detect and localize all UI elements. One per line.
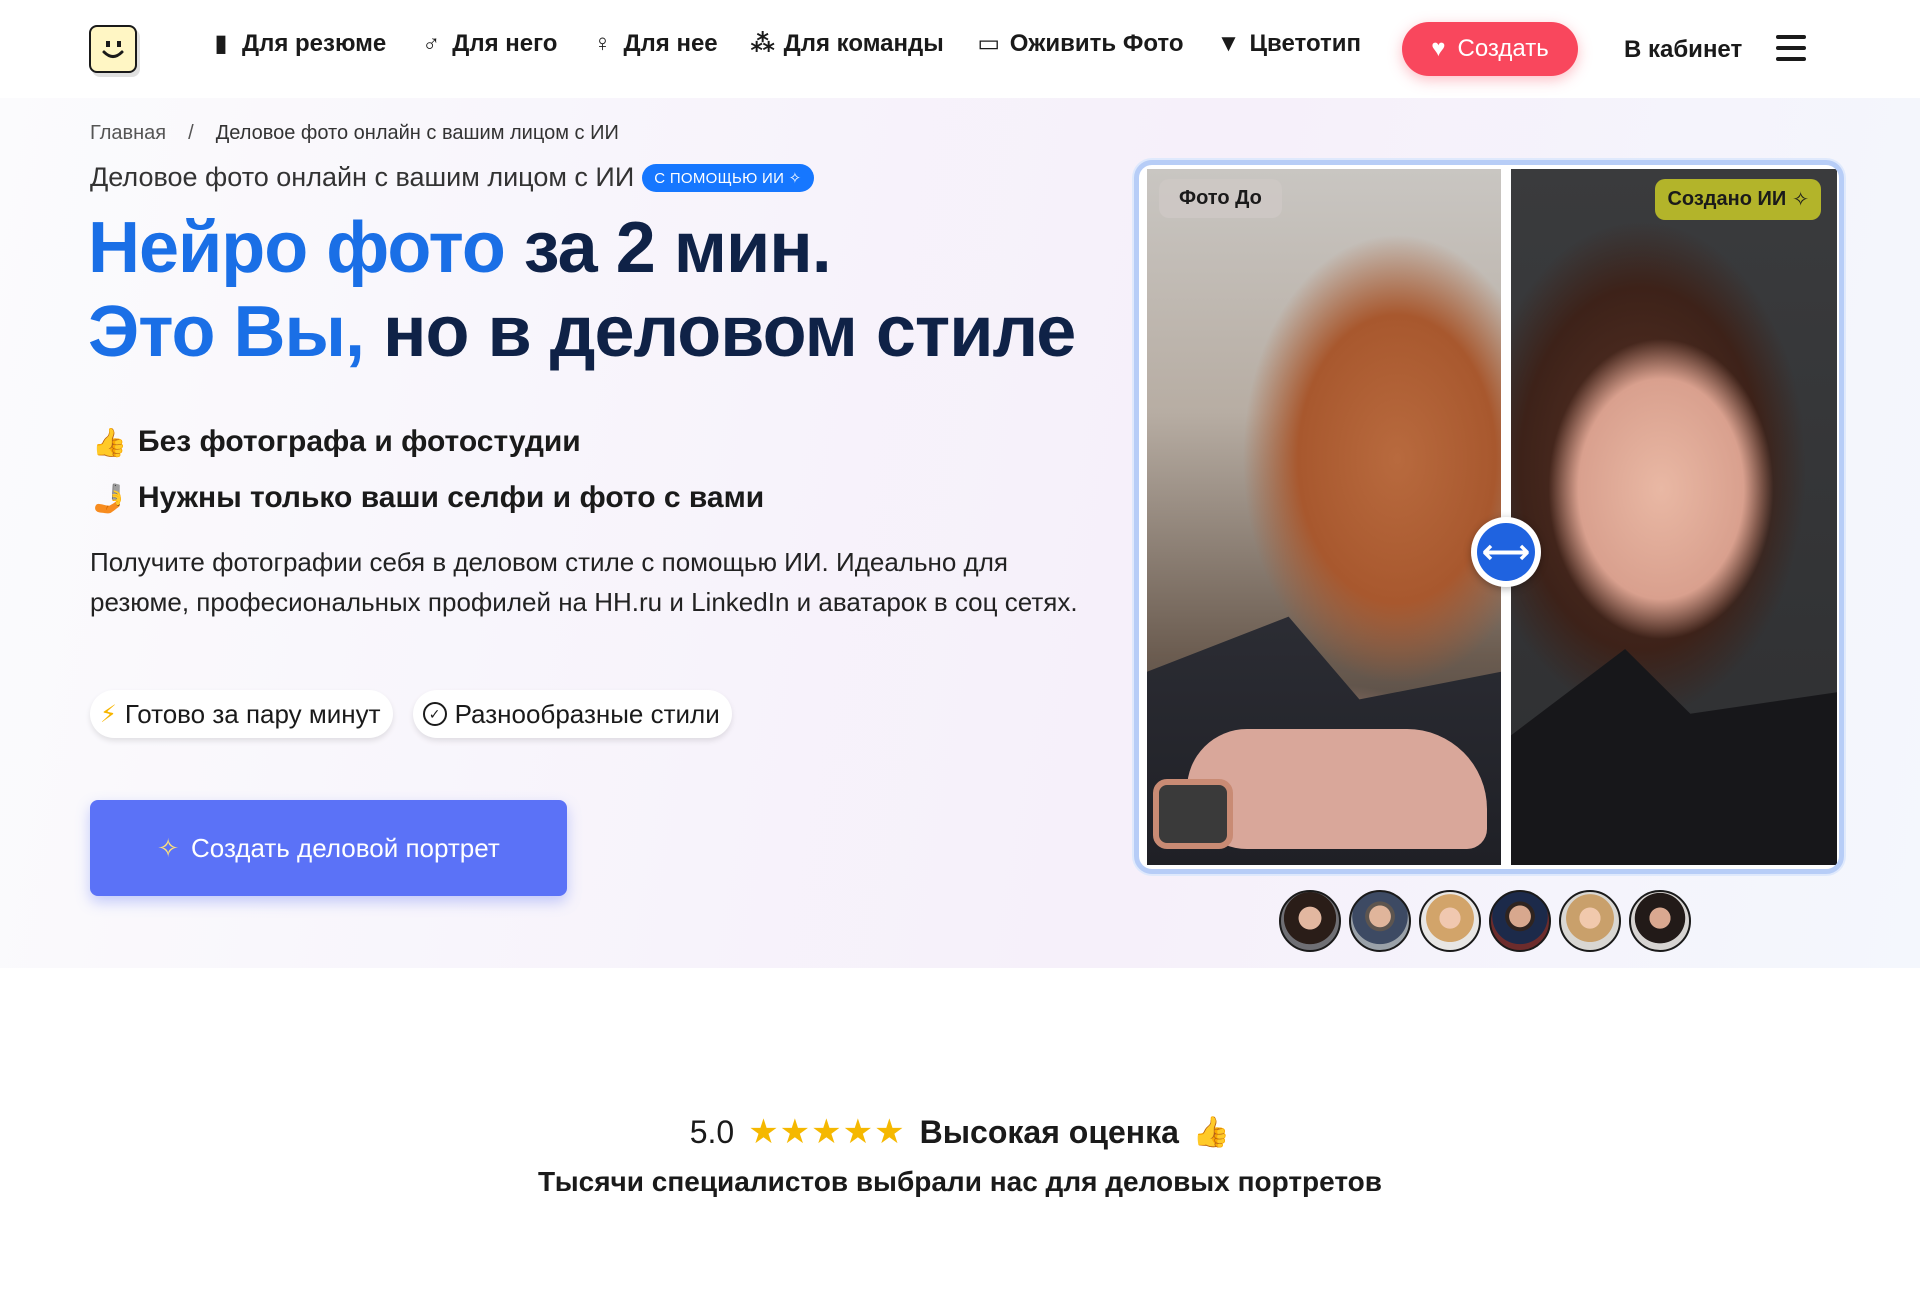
nav-label: Для резюме: [242, 30, 387, 57]
breadcrumb-current: Деловое фото онлайн с вашим лицом с ИИ: [215, 122, 619, 144]
cta-label: Создать деловой портрет: [191, 832, 500, 863]
chip-styles: ✓ Разнообразные стили: [412, 690, 732, 738]
arrows-horizontal-icon: ⟷: [1477, 523, 1535, 581]
cabinet-link[interactable]: В кабинет: [1624, 36, 1742, 64]
nav-label: Для него: [452, 30, 558, 57]
rating-subtitle: Тысячи специалистов выбрали нас для дело…: [537, 1166, 1383, 1197]
headline-part-dark: но в деловом стиле: [364, 292, 1076, 372]
smiley-logo-icon: [102, 41, 124, 58]
comparison-slider-handle[interactable]: ⟷: [1471, 517, 1541, 587]
after-label: Создано ИИ ✧: [1655, 179, 1821, 220]
video-icon: ▭: [977, 30, 1001, 57]
avatar[interactable]: [1489, 890, 1551, 952]
tshirt-icon: ▼: [1216, 30, 1241, 57]
after-photo: [1511, 169, 1837, 865]
avatar[interactable]: [1419, 890, 1481, 952]
selfie-icon: 🤳: [92, 482, 127, 514]
rating-row: 5.0 ★★★★★ Высокая оценка 👍: [0, 1112, 1920, 1152]
avatar[interactable]: [1629, 890, 1691, 952]
nav-label: Для команды: [783, 30, 944, 57]
rating-score: 5.0: [689, 1113, 735, 1150]
breadcrumb-separator: /: [188, 122, 194, 144]
feature-bullets: 👍 Без фотографа и фотостудии 🤳 Нужны тол…: [92, 414, 764, 526]
star-rating-icon: ★★★★★: [748, 1113, 906, 1151]
style-avatars: [1279, 890, 1691, 952]
create-portrait-button[interactable]: ✧ Создать деловой портрет: [90, 800, 567, 896]
nav-animate-photo[interactable]: ▭ Оживить Фото: [976, 30, 1184, 58]
lightning-icon: ⚡: [100, 700, 117, 728]
nav-label: Для нее: [623, 30, 718, 57]
chip-fast: ⚡ Готово за пару минут: [90, 690, 393, 738]
feature-chips: ⚡ Готово за пару минут ✓ Разнообразные с…: [90, 690, 732, 738]
after-label-text: Создано ИИ: [1667, 188, 1787, 210]
bullet-text: Нужны только ваши селфи и фото с вами: [138, 481, 765, 514]
avatar[interactable]: [1279, 890, 1341, 952]
nav-label: Цветотип: [1249, 30, 1362, 57]
before-label: Фото До: [1159, 179, 1282, 218]
site-header: ▮ Для резюме ♂ Для него ♀ Для нее ⁂ Для …: [0, 0, 1920, 98]
rating-label: Высокая оценка: [919, 1113, 1179, 1150]
headline-part-dark: за 2 мин.: [504, 208, 832, 288]
before-after-comparison[interactable]: ⟷ Фото До Создано ИИ ✧: [1134, 160, 1844, 874]
sparkle-icon: ✧: [157, 832, 180, 863]
watch-graphic: [1153, 779, 1233, 849]
chip-text: Готово за пару минут: [124, 698, 381, 729]
nav-for-resume[interactable]: ▮ Для резюме: [208, 30, 386, 58]
tie-icon: ▮: [214, 30, 228, 57]
thumbs-up-icon: 👍: [92, 426, 127, 458]
nav-for-him[interactable]: ♂ Для него: [418, 30, 557, 58]
breadcrumb: Главная / Деловое фото онлайн с вашим ли…: [90, 122, 619, 145]
main-nav: ▮ Для резюме ♂ Для него ♀ Для нее ⁂ Для …: [208, 30, 1393, 58]
chip-text: Разнообразные стили: [454, 698, 720, 729]
bullet-text: Без фотографа и фотостудии: [138, 425, 581, 458]
logo[interactable]: [89, 25, 137, 73]
headline-part-blue: Нейро фото: [88, 208, 506, 288]
create-button-label: Создать: [1457, 35, 1549, 62]
create-button[interactable]: ♥ Создать: [1402, 22, 1578, 76]
avatar[interactable]: [1349, 890, 1411, 952]
page-title: Нейро фото за 2 мин. Это Вы, но в делово…: [88, 206, 1076, 374]
hero-subtitle: Деловое фото онлайн с вашим лицом с ИИ С…: [90, 162, 814, 193]
team-icon: ⁂: [750, 30, 775, 57]
nav-color-type[interactable]: ▼ Цветотип: [1216, 30, 1362, 58]
bullet-item: 🤳 Нужны только ваши селфи и фото с вами: [92, 470, 764, 526]
thumbs-up-icon: 👍: [1192, 1115, 1231, 1149]
avatar[interactable]: [1559, 890, 1621, 952]
heart-icon: ♥: [1431, 35, 1446, 62]
headline-part-blue: Это Вы,: [88, 292, 365, 372]
sparkle-icon: ✧: [1792, 189, 1809, 211]
check-circle-icon: ✓: [422, 702, 447, 726]
nav-for-her[interactable]: ♀ Для нее: [589, 30, 717, 58]
subtitle-text: Деловое фото онлайн с вашим лицом с ИИ: [90, 162, 635, 192]
male-icon: ♂: [422, 30, 441, 57]
ai-badge: С ПОМОЩЬЮ ИИ ✧: [642, 163, 814, 192]
bullet-item: 👍 Без фотографа и фотостудии: [92, 414, 764, 470]
before-photo: [1147, 169, 1501, 865]
nav-label: Оживить Фото: [1009, 30, 1184, 57]
hero-description: Получите фотографии себя в деловом стиле…: [90, 547, 1078, 617]
female-icon: ♀: [593, 30, 612, 57]
hero-section: Главная / Деловое фото онлайн с вашим ли…: [0, 98, 1920, 968]
breadcrumb-home[interactable]: Главная: [90, 122, 166, 145]
menu-burger-icon[interactable]: [1776, 35, 1806, 65]
nav-for-team[interactable]: ⁂ Для команды: [750, 30, 944, 58]
